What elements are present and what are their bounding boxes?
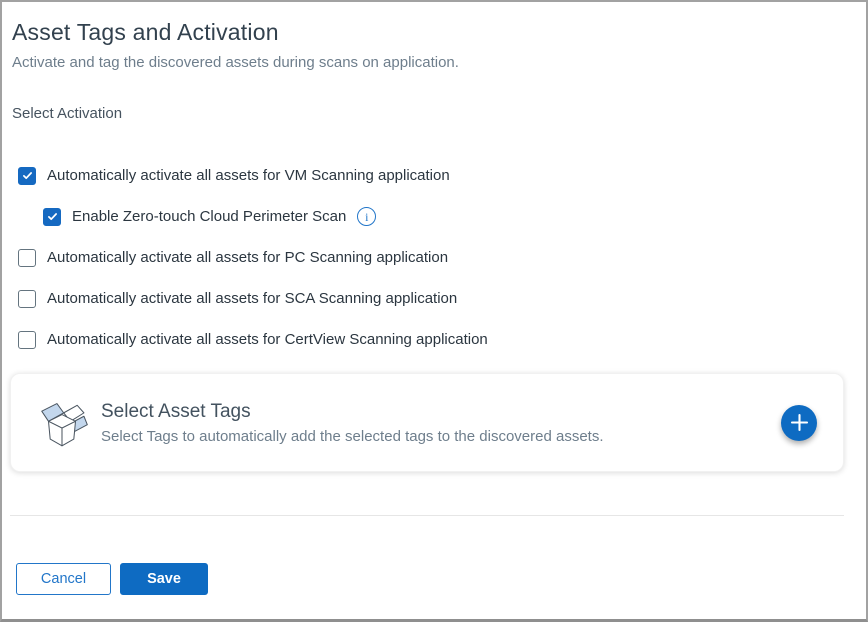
option-label: Automatically activate all assets for VM… [47,166,450,185]
add-asset-tags-button[interactable] [781,405,817,441]
option-label: Enable Zero-touch Cloud Perimeter Scan [72,207,346,226]
checkbox-unchecked[interactable] [18,290,36,308]
asset-tags-card: Select Asset Tags Select Tags to automat… [10,373,844,472]
checkbox-checked[interactable] [43,208,61,226]
save-button[interactable]: Save [120,563,208,595]
plus-icon [790,413,809,432]
activation-option-row: Enable Zero-touch Cloud Perimeter Scan i [43,207,844,226]
option-label: Automatically activate all assets for PC… [47,248,448,267]
option-label: Automatically activate all assets for Ce… [47,330,488,349]
cancel-button[interactable]: Cancel [16,563,111,595]
activation-option-row: Automatically activate all assets for SC… [18,289,844,308]
info-icon[interactable]: i [357,207,376,226]
footer-actions: Cancel Save [16,563,844,595]
settings-panel: Asset Tags and Activation Activate and t… [0,0,868,622]
divider [10,515,844,516]
activation-option-row: Automatically activate all assets for VM… [18,166,844,185]
checkbox-checked[interactable] [18,167,36,185]
checkbox-unchecked[interactable] [18,249,36,267]
section-label: Select Activation [12,105,844,123]
activation-option-row: Automatically activate all assets for Ce… [18,330,844,349]
page-title: Asset Tags and Activation [12,18,844,46]
activation-option-row: Automatically activate all assets for PC… [18,248,844,267]
checkbox-unchecked[interactable] [18,331,36,349]
option-label: Automatically activate all assets for SC… [47,289,457,308]
activation-options: Automatically activate all assets for VM… [12,166,844,349]
card-description: Select Tags to automatically add the sel… [101,428,604,446]
open-box-icon [35,398,89,448]
card-title: Select Asset Tags [101,400,604,423]
page-subtitle: Activate and tag the discovered assets d… [12,54,844,72]
